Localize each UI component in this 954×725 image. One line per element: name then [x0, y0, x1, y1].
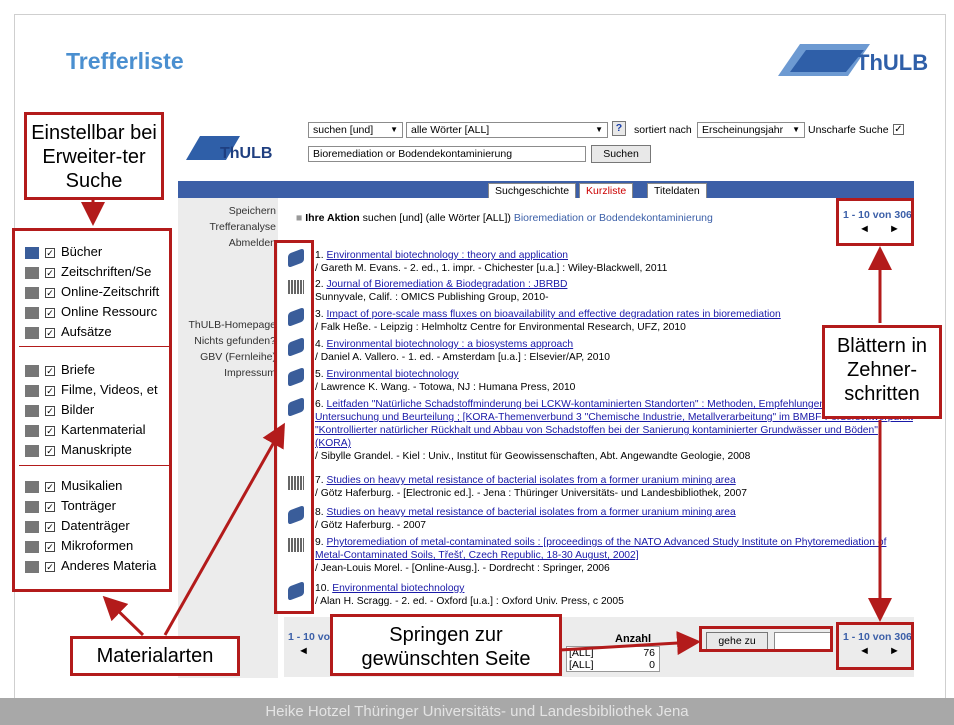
journal-icon	[288, 280, 304, 294]
arrow-materials-icons	[163, 422, 285, 636]
arrow-materials-left	[102, 595, 145, 637]
callout-paging: Blättern in Zehner-schritten	[822, 325, 942, 419]
online-icon	[288, 476, 304, 490]
callout-settings: Einstellbar bei Erweiter-ter Suche	[24, 112, 164, 200]
callout-materials: Materialarten	[70, 636, 240, 676]
slide-footer: Heike Hotzel Thüringer Universitäts- und…	[0, 698, 954, 725]
arrow-jump	[559, 631, 701, 656]
online-icon	[288, 538, 304, 552]
callout-jump: Springen zur gewünschten Seite	[330, 614, 562, 676]
